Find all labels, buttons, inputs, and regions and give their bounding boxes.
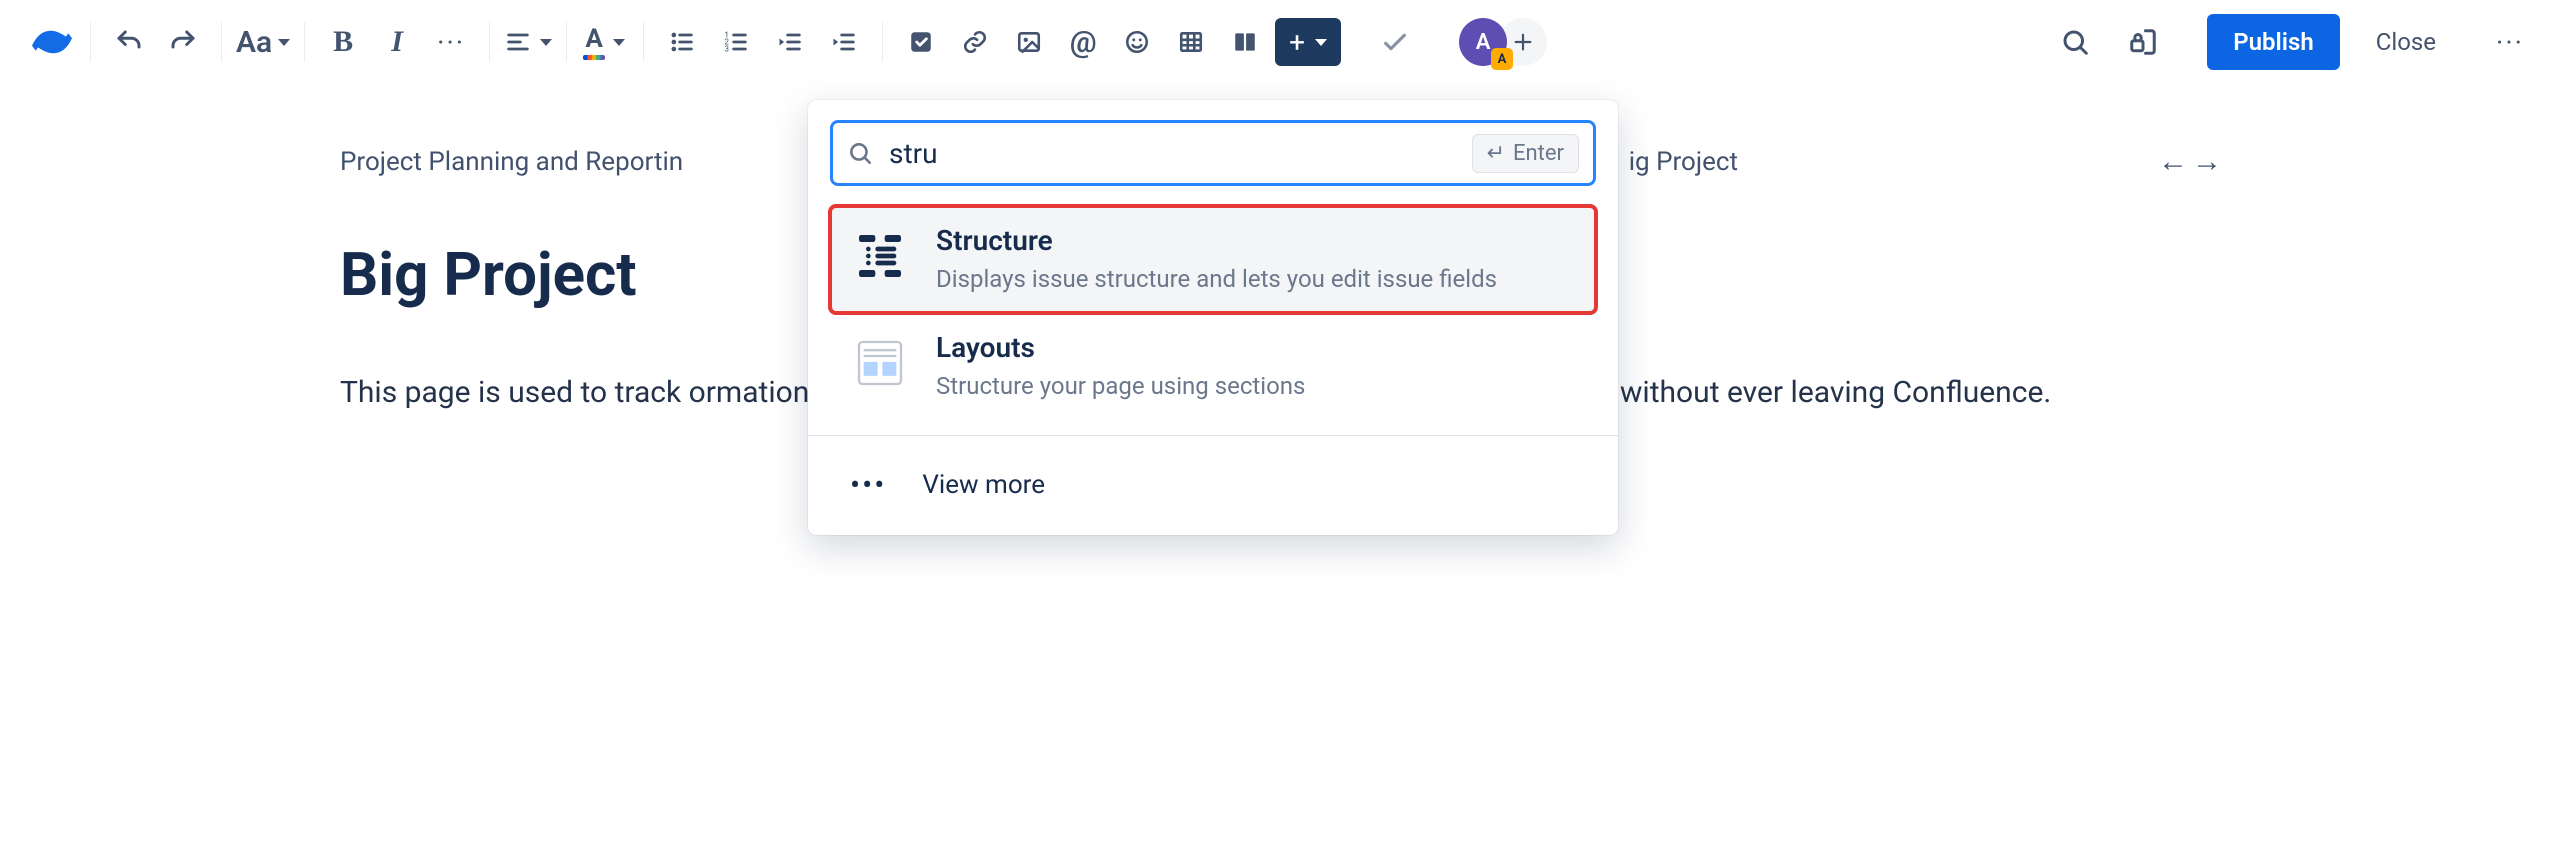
- macro-item-title: Layouts: [936, 331, 1305, 364]
- layouts-icon: [848, 331, 912, 395]
- arrow-right-icon: →: [2192, 144, 2222, 179]
- enter-label: Enter: [1513, 141, 1564, 166]
- breadcrumb-left[interactable]: Project Planning and Reportin: [340, 147, 683, 177]
- restrictions-button[interactable]: [2119, 18, 2167, 66]
- svg-text:3: 3: [724, 43, 729, 53]
- undo-button[interactable]: [105, 18, 153, 66]
- macro-search-field[interactable]: ↵ Enter: [830, 120, 1596, 186]
- plus-icon: +: [1289, 26, 1305, 59]
- more-formatting-button[interactable]: ···: [427, 18, 475, 66]
- text-color-dropdown[interactable]: A: [581, 18, 629, 66]
- image-button[interactable]: [1005, 18, 1053, 66]
- search-icon: [847, 140, 873, 166]
- overflow-menu-button[interactable]: ···: [2486, 18, 2534, 66]
- find-replace-button[interactable]: [2051, 18, 2099, 66]
- alignment-dropdown[interactable]: [504, 18, 552, 66]
- divider: [90, 22, 91, 62]
- layouts-button[interactable]: [1221, 18, 1269, 66]
- chevron-down-icon: [613, 39, 625, 46]
- publish-button[interactable]: Publish: [2207, 14, 2340, 70]
- view-more-button[interactable]: ••• View more: [808, 444, 1618, 527]
- divider: [489, 22, 490, 62]
- breadcrumb-right[interactable]: ig Project: [1629, 147, 1738, 177]
- macro-item-desc: Displays issue structure and lets you ed…: [936, 263, 1497, 295]
- view-more-label: View more: [922, 470, 1045, 500]
- return-icon: ↵: [1487, 141, 1505, 166]
- divider: [643, 22, 644, 62]
- bullet-list-button[interactable]: [658, 18, 706, 66]
- text-color-icon: A: [585, 24, 602, 60]
- dots-icon: •••: [850, 468, 886, 503]
- macro-item-desc: Structure your page using sections: [936, 370, 1305, 402]
- enter-hint: ↵ Enter: [1472, 134, 1579, 173]
- editor-toolbar: Aa B I ··· A 1: [0, 0, 2562, 84]
- close-button[interactable]: Close: [2356, 14, 2456, 70]
- avatar[interactable]: A A: [1459, 18, 1507, 66]
- emoji-button[interactable]: [1113, 18, 1161, 66]
- chevron-down-icon: [278, 39, 290, 46]
- checkmark-icon[interactable]: [1371, 18, 1419, 66]
- table-button[interactable]: [1167, 18, 1215, 66]
- macro-item-structure[interactable]: Structure Displays issue structure and l…: [830, 206, 1596, 313]
- action-item-button[interactable]: [897, 18, 945, 66]
- numbered-list-button[interactable]: 1 2 3: [712, 18, 760, 66]
- divider: [566, 22, 567, 62]
- outdent-button[interactable]: [766, 18, 814, 66]
- confluence-logo-icon[interactable]: [28, 18, 76, 66]
- macro-item-layouts[interactable]: Layouts Structure your page using sectio…: [830, 313, 1596, 420]
- page-width-toggle[interactable]: ← →: [2158, 144, 2222, 179]
- text-styles-dropdown[interactable]: Aa: [236, 18, 290, 66]
- macro-result-list: Structure Displays issue structure and l…: [808, 200, 1618, 427]
- divider: [221, 22, 222, 62]
- chevron-down-icon: [1315, 39, 1327, 46]
- insert-menu-popup: ↵ Enter Structure Displays issue structu…: [808, 100, 1618, 535]
- indent-button[interactable]: [820, 18, 868, 66]
- structure-macro-icon: [848, 224, 912, 288]
- avatar-initial: A: [1476, 30, 1491, 55]
- divider: [808, 435, 1618, 436]
- text-styles-label: Aa: [236, 25, 272, 60]
- chevron-down-icon: [540, 39, 552, 46]
- avatar-badge: A: [1491, 48, 1513, 70]
- macro-search-input[interactable]: [887, 136, 1458, 171]
- insert-dropdown[interactable]: +: [1275, 18, 1341, 66]
- arrow-left-icon: ←: [2158, 144, 2188, 179]
- divider: [304, 22, 305, 62]
- bold-button[interactable]: B: [319, 18, 367, 66]
- divider: [882, 22, 883, 62]
- mention-button[interactable]: @: [1059, 18, 1107, 66]
- redo-button[interactable]: [159, 18, 207, 66]
- macro-item-title: Structure: [936, 224, 1497, 257]
- link-button[interactable]: [951, 18, 999, 66]
- italic-button[interactable]: I: [373, 18, 421, 66]
